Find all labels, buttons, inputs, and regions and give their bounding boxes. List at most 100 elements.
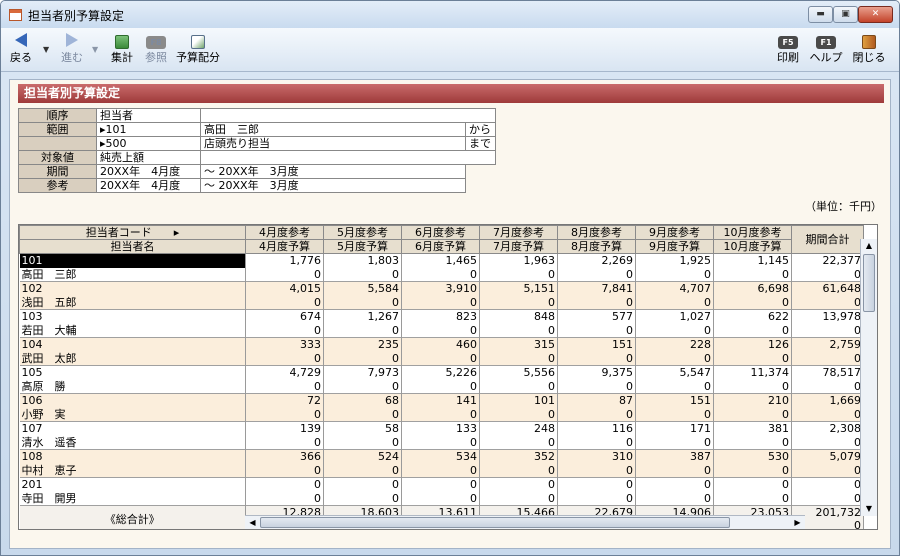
budget-input-cell[interactable]: 0 [323, 323, 402, 338]
budget-input-cell[interactable]: 0 [401, 267, 480, 282]
budget-input-cell[interactable]: 0 [635, 379, 714, 394]
horizontal-scrollbar[interactable]: ◀ ▶ [245, 515, 805, 529]
budget-input-cell[interactable]: 0 [635, 295, 714, 310]
staff-code-cell[interactable]: 107 [19, 421, 246, 436]
table-row-budget[interactable]: 高原 勝00000000 [19, 379, 864, 394]
month-ref-header[interactable]: 9月度参考 [635, 225, 714, 240]
budget-input-cell[interactable]: 0 [323, 407, 402, 422]
budget-input-cell[interactable]: 0 [713, 323, 792, 338]
budget-input-cell[interactable]: 0 [557, 379, 636, 394]
window-close-button[interactable]: ✕ [858, 6, 893, 23]
budget-input-cell[interactable]: 0 [479, 379, 558, 394]
budget-input-cell[interactable]: 0 [401, 379, 480, 394]
table-row-budget[interactable]: 若田 大輔 0 0 0 0 0 0 0 0 [19, 323, 864, 338]
month-budget-header[interactable]: 6月度予算 [401, 239, 480, 254]
scroll-thumb[interactable] [863, 254, 875, 312]
month-budget-header[interactable]: 7月度予算 [479, 239, 558, 254]
budget-input-cell[interactable]: 0 [713, 463, 792, 478]
period-to[interactable]: ～ 20XX年 3月度 [200, 164, 466, 179]
budget-input-cell[interactable]: 0 [245, 491, 324, 506]
range-to-code[interactable]: ▸500 [96, 136, 201, 151]
order-value[interactable]: 担当者 [96, 108, 201, 123]
budget-input-cell[interactable]: 0 [401, 295, 480, 310]
budget-input-cell[interactable]: 0 [557, 323, 636, 338]
budget-input-cell[interactable]: 0 [713, 351, 792, 366]
budget-input-cell[interactable]: 0 [245, 267, 324, 282]
table-row[interactable]: 107 139 58 133 248 116 171 381 2,308 [19, 421, 864, 436]
month-ref-header[interactable]: 6月度参考 [401, 225, 480, 240]
back-dropdown-icon[interactable]: ▼ [43, 45, 49, 54]
budget-input-cell[interactable]: 0 [635, 463, 714, 478]
budget-input-cell[interactable]: 0 [557, 351, 636, 366]
staff-code-cell[interactable]: 201 [19, 477, 246, 492]
budget-input-cell[interactable]: 0 [557, 491, 636, 506]
help-button[interactable]: F1 ヘルプ [807, 31, 845, 69]
reference-from[interactable]: 20XX年 4月度 [96, 178, 201, 193]
scroll-right-icon[interactable]: ▶ [791, 516, 804, 529]
staff-code-cell[interactable]: 106 [19, 393, 246, 408]
budget-input-cell[interactable]: 0 [557, 407, 636, 422]
budget-input-cell[interactable]: 0 [479, 463, 558, 478]
table-row-budget[interactable]: 中村 恵子 0 0 0 0 0 0 0 0 [19, 463, 864, 478]
budget-input-cell[interactable]: 0 [557, 267, 636, 282]
budget-input-cell[interactable]: 0 [713, 407, 792, 422]
table-row[interactable]: 105 4,729 7,973 5,226 5,556 9,375 5,547 11,374 7… [19, 365, 864, 380]
period-from[interactable]: 20XX年 4月度 [96, 164, 201, 179]
range-from-code[interactable]: ▸101 [96, 122, 201, 137]
budget-input-cell[interactable]: 0 [479, 435, 558, 450]
refer-button[interactable]: F8 参照 [141, 31, 171, 69]
budget-input-cell[interactable]: 0 [635, 491, 714, 506]
code-column-header[interactable]: 担当者コード ▸ [19, 225, 246, 240]
month-ref-header[interactable]: 8月度参考 [557, 225, 636, 240]
table-row[interactable]: 106 72 68 141 101 87 151 210 1,669 [19, 393, 864, 408]
month-budget-header[interactable]: 10月度予算 [713, 239, 792, 254]
month-ref-header[interactable]: 7月度参考 [479, 225, 558, 240]
staff-code-cell[interactable]: 108 [19, 449, 246, 464]
month-budget-header[interactable]: 9月度予算 [635, 239, 714, 254]
budget-input-cell[interactable]: 0 [323, 295, 402, 310]
month-ref-header[interactable]: 5月度参考 [323, 225, 402, 240]
budget-input-cell[interactable]: 0 [713, 491, 792, 506]
back-button[interactable]: 戻る [5, 31, 37, 69]
scroll-down-icon[interactable]: ▼ [862, 502, 876, 516]
budget-input-cell[interactable]: 0 [635, 267, 714, 282]
allocate-button[interactable]: 予算配分 [175, 31, 221, 69]
budget-input-cell[interactable]: 0 [401, 491, 480, 506]
budget-input-cell[interactable]: 0 [557, 295, 636, 310]
table-row[interactable]: 104 333 235 460 315 151 228 126 2,759 [19, 337, 864, 352]
reference-to[interactable]: ～ 20XX年 3月度 [200, 178, 466, 193]
budget-input-cell[interactable]: 0 [635, 351, 714, 366]
minimize-button[interactable]: ▬ [808, 6, 833, 23]
month-budget-header[interactable]: 4月度予算 [245, 239, 324, 254]
budget-input-cell[interactable]: 0 [323, 463, 402, 478]
budget-input-cell[interactable]: 0 [479, 351, 558, 366]
budget-input-cell[interactable]: 0 [635, 435, 714, 450]
budget-input-cell[interactable]: 0 [245, 407, 324, 422]
budget-input-cell[interactable]: 0 [401, 407, 480, 422]
table-row[interactable]: 108 366 524 534 352 310 387 530 5,079 [19, 449, 864, 464]
budget-input-cell[interactable]: 0 [245, 351, 324, 366]
budget-input-cell[interactable]: 0 [401, 435, 480, 450]
staff-code-cell[interactable]: 102 [19, 281, 246, 296]
forward-dropdown-icon[interactable]: ▼ [92, 45, 98, 54]
forward-button[interactable]: 進む [55, 31, 89, 69]
name-column-header[interactable]: 担当者名 [19, 239, 246, 254]
budget-input-cell[interactable]: 0 [635, 407, 714, 422]
budget-input-cell[interactable]: 0 [479, 323, 558, 338]
month-budget-header[interactable]: 5月度予算 [323, 239, 402, 254]
budget-input-cell[interactable]: 0 [245, 379, 324, 394]
table-row-budget[interactable]: 浅田 五郎 0 0 0 0 0 0 0 0 [19, 295, 864, 310]
table-row-budget[interactable]: 高田 三郎 0 0 0 0 0 0 0 0 [19, 267, 864, 282]
budget-input-cell[interactable]: 0 [245, 323, 324, 338]
budget-input-cell[interactable]: 0 [245, 295, 324, 310]
month-ref-header[interactable]: 4月度参考 [245, 225, 324, 240]
budget-input-cell[interactable]: 0 [323, 491, 402, 506]
vertical-scrollbar[interactable]: ▲ ▼ [860, 239, 877, 516]
budget-input-cell[interactable]: 0 [323, 267, 402, 282]
budget-input-cell[interactable]: 0 [635, 323, 714, 338]
budget-input-cell[interactable]: 0 [713, 295, 792, 310]
budget-input-cell[interactable]: 0 [557, 435, 636, 450]
budget-input-cell[interactable]: 0 [323, 351, 402, 366]
scroll-up-icon[interactable]: ▲ [862, 239, 876, 253]
budget-input-cell[interactable]: 0 [479, 491, 558, 506]
